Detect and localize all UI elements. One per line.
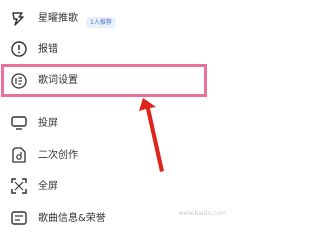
menu-item-label: 投屏 — [38, 118, 58, 129]
lyrics-settings-highlight-box — [1, 64, 207, 97]
fullscreen-icon — [10, 177, 28, 195]
menu-item-song-info[interactable]: 歌曲信息&荣誉 — [0, 202, 230, 232]
menu-item-label: 全屏 — [38, 181, 58, 192]
song-more-menu: 星曜推歌 1人推荐 报错 歌词设置 投屏 二次创作 全屏 歌曲信息&荣誉 — [0, 0, 230, 225]
menu-item-label: 歌曲信息&荣誉 — [38, 213, 106, 224]
menu-item-cast-screen[interactable]: 投屏 — [0, 108, 230, 138]
cast-screen-icon — [10, 114, 28, 132]
menu-item-fullscreen[interactable]: 全屏 — [0, 171, 230, 201]
menu-item-secondary-creation[interactable]: 二次创作 — [0, 140, 230, 170]
menu-item-label: 二次创作 — [38, 150, 78, 161]
menu-item-report-error[interactable]: 报错 — [0, 35, 230, 65]
recommend-count-badge: 1人推荐 — [86, 17, 116, 28]
warning-icon — [10, 40, 28, 58]
menu-item-label: 星曜推歌 — [38, 13, 78, 24]
secondary-creation-icon — [10, 146, 28, 164]
menu-item-star-recommend[interactable]: 星曜推歌 1人推荐 — [0, 4, 230, 34]
watermark: www.baidu.com — [178, 210, 226, 217]
star-pointer-icon — [10, 10, 28, 28]
song-info-icon — [10, 209, 28, 227]
menu-item-label: 报错 — [38, 44, 58, 55]
